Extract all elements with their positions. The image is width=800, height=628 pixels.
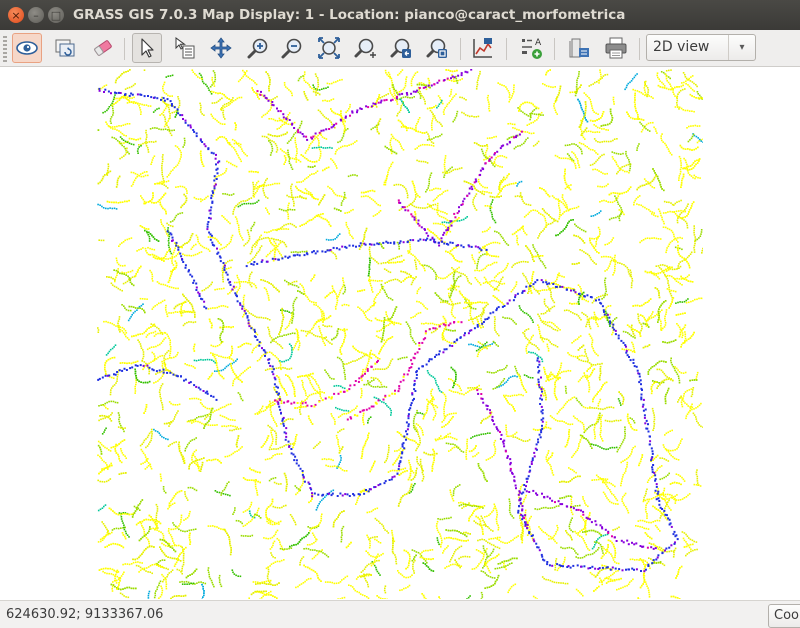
maximize-window-button[interactable]: □ — [48, 7, 64, 23]
title-bar: × – □ GRASS GIS 7.0.3 Map Display: 1 - L… — [0, 0, 800, 30]
status-bar: 624630.92; 9133367.06 Coordinates — [0, 600, 800, 628]
render-map-button[interactable] — [50, 33, 80, 63]
erase-display-button[interactable] — [88, 33, 118, 63]
minimize-window-button[interactable]: – — [28, 7, 44, 23]
window-title: GRASS GIS 7.0.3 Map Display: 1 - Locatio… — [73, 7, 626, 23]
analyze-map-button[interactable] — [468, 33, 498, 63]
zoom-region-button[interactable] — [422, 33, 452, 63]
toolbar-separator — [460, 38, 461, 60]
display-map-icon — [16, 41, 38, 55]
pan-icon — [210, 37, 232, 59]
save-file-button[interactable] — [564, 33, 594, 63]
zoom-region-icon — [426, 38, 447, 58]
zoom-options-button[interactable] — [350, 33, 380, 63]
view-mode-value: 2D view — [653, 39, 710, 55]
zoom-options-icon — [354, 38, 376, 58]
minimize-icon: – — [33, 8, 39, 22]
close-window-button[interactable]: × — [8, 7, 24, 23]
toolbar-separator — [554, 38, 555, 60]
map-canvas[interactable] — [0, 67, 800, 600]
zoom-back-button[interactable] — [386, 33, 416, 63]
display-map-button[interactable] — [12, 33, 42, 63]
zoom-back-icon — [390, 38, 411, 58]
toolbar-grip[interactable] — [3, 36, 7, 62]
overlay-button[interactable]: A — [516, 33, 546, 63]
status-mode-combo[interactable]: Coordinates — [768, 604, 800, 628]
print-icon — [605, 37, 627, 59]
toolbar-separator — [506, 38, 507, 60]
zoom-in-button[interactable] — [243, 33, 273, 63]
pointer-button[interactable] — [132, 33, 162, 63]
pan-button[interactable] — [206, 33, 236, 63]
toolbar-separator — [124, 38, 125, 60]
save-file-icon — [569, 38, 589, 58]
chevron-down-icon: ▾ — [728, 35, 755, 60]
query-raster-vector-icon — [175, 37, 195, 59]
coordinates-readout: 624630.92; 9133367.06 — [6, 607, 164, 622]
query-button[interactable] — [170, 33, 200, 63]
view-mode-dropdown[interactable]: 2D view ▾ — [646, 34, 756, 61]
zoom-extent-button[interactable] — [314, 33, 344, 63]
zoom-in-icon — [247, 38, 268, 59]
overlay-icon: A — [522, 38, 542, 59]
close-icon: × — [11, 8, 21, 22]
zoom-extent-icon — [318, 37, 340, 59]
pointer-icon — [141, 38, 154, 58]
svg-text:A: A — [535, 38, 542, 48]
stream-network-raster — [97, 69, 703, 599]
erase-display-icon — [94, 40, 112, 56]
toolbar-separator — [639, 38, 640, 60]
zoom-out-button[interactable] — [277, 33, 307, 63]
maximize-icon: □ — [50, 8, 62, 22]
print-button[interactable] — [601, 33, 631, 63]
render-map-icon — [55, 39, 75, 57]
zoom-out-icon — [281, 38, 302, 59]
analyze-map-icon — [473, 38, 492, 58]
